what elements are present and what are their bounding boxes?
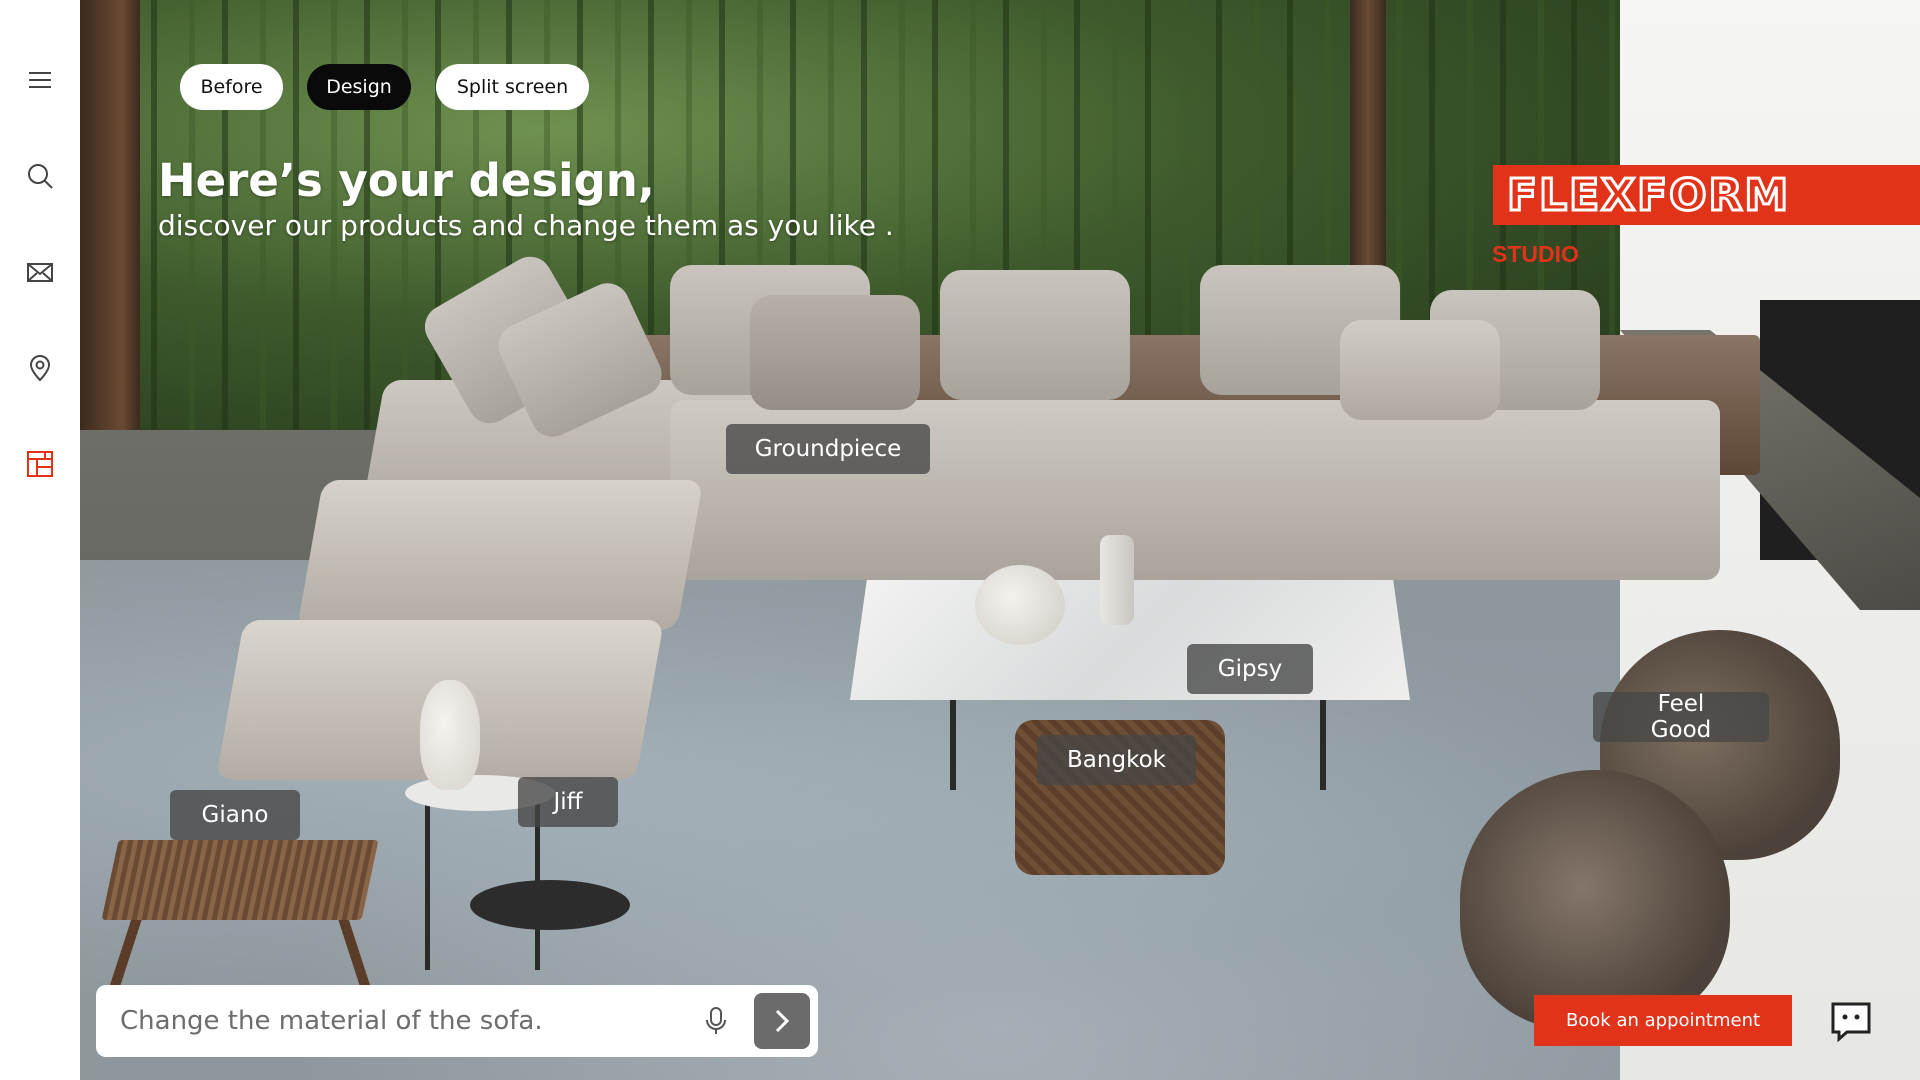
decor-sculpture bbox=[975, 565, 1065, 645]
brand-subtitle: STUDIO bbox=[1492, 241, 1579, 267]
cushion bbox=[1340, 320, 1500, 420]
chat-icon[interactable] bbox=[1829, 1000, 1873, 1042]
prompt-bar bbox=[96, 985, 818, 1057]
cushion bbox=[750, 295, 920, 410]
vase bbox=[1100, 535, 1134, 625]
product-tag-bangkok[interactable]: Bangkok bbox=[1037, 735, 1196, 785]
vase bbox=[420, 680, 480, 790]
design-toggle[interactable]: Design bbox=[307, 64, 411, 110]
mail-icon[interactable] bbox=[20, 252, 60, 292]
prompt-input[interactable] bbox=[120, 985, 680, 1057]
microphone-icon[interactable] bbox=[700, 1005, 732, 1037]
brand-logo-text: FLEXFORM bbox=[1505, 168, 1791, 222]
product-tag-giano[interactable]: Giano bbox=[170, 790, 300, 840]
table-leg bbox=[1320, 700, 1326, 790]
product-tag-gipsy[interactable]: Gipsy bbox=[1187, 644, 1313, 694]
page-title: Here’s your design, bbox=[158, 154, 655, 207]
book-appointment-button[interactable]: Book an appointment bbox=[1534, 995, 1792, 1046]
chevron-right-icon bbox=[775, 1009, 790, 1033]
send-button[interactable] bbox=[754, 993, 810, 1049]
product-tag-groundpiece[interactable]: Groundpiece bbox=[726, 424, 930, 474]
product-tag-jiff[interactable]: Jiff bbox=[518, 777, 618, 827]
location-pin-icon[interactable] bbox=[20, 348, 60, 388]
cushion bbox=[940, 270, 1130, 400]
product-tag-feel-good[interactable]: Feel Good bbox=[1593, 691, 1769, 743]
before-toggle[interactable]: Before bbox=[180, 64, 283, 110]
sidebar bbox=[0, 0, 80, 1080]
side-table-lower bbox=[470, 880, 630, 930]
page-subtitle: discover our products and change them as… bbox=[158, 209, 894, 242]
sofa-chaise bbox=[296, 480, 704, 630]
side-table-leg bbox=[425, 800, 430, 970]
table-leg bbox=[950, 700, 956, 790]
search-icon[interactable] bbox=[20, 156, 60, 196]
menu-icon[interactable] bbox=[20, 60, 60, 100]
floorplan-icon[interactable] bbox=[20, 444, 60, 484]
armchair bbox=[1460, 770, 1730, 1030]
brand-logo: FLEXFORM bbox=[1493, 165, 1920, 225]
stool bbox=[101, 840, 379, 920]
split-screen-toggle[interactable]: Split screen bbox=[436, 64, 589, 110]
